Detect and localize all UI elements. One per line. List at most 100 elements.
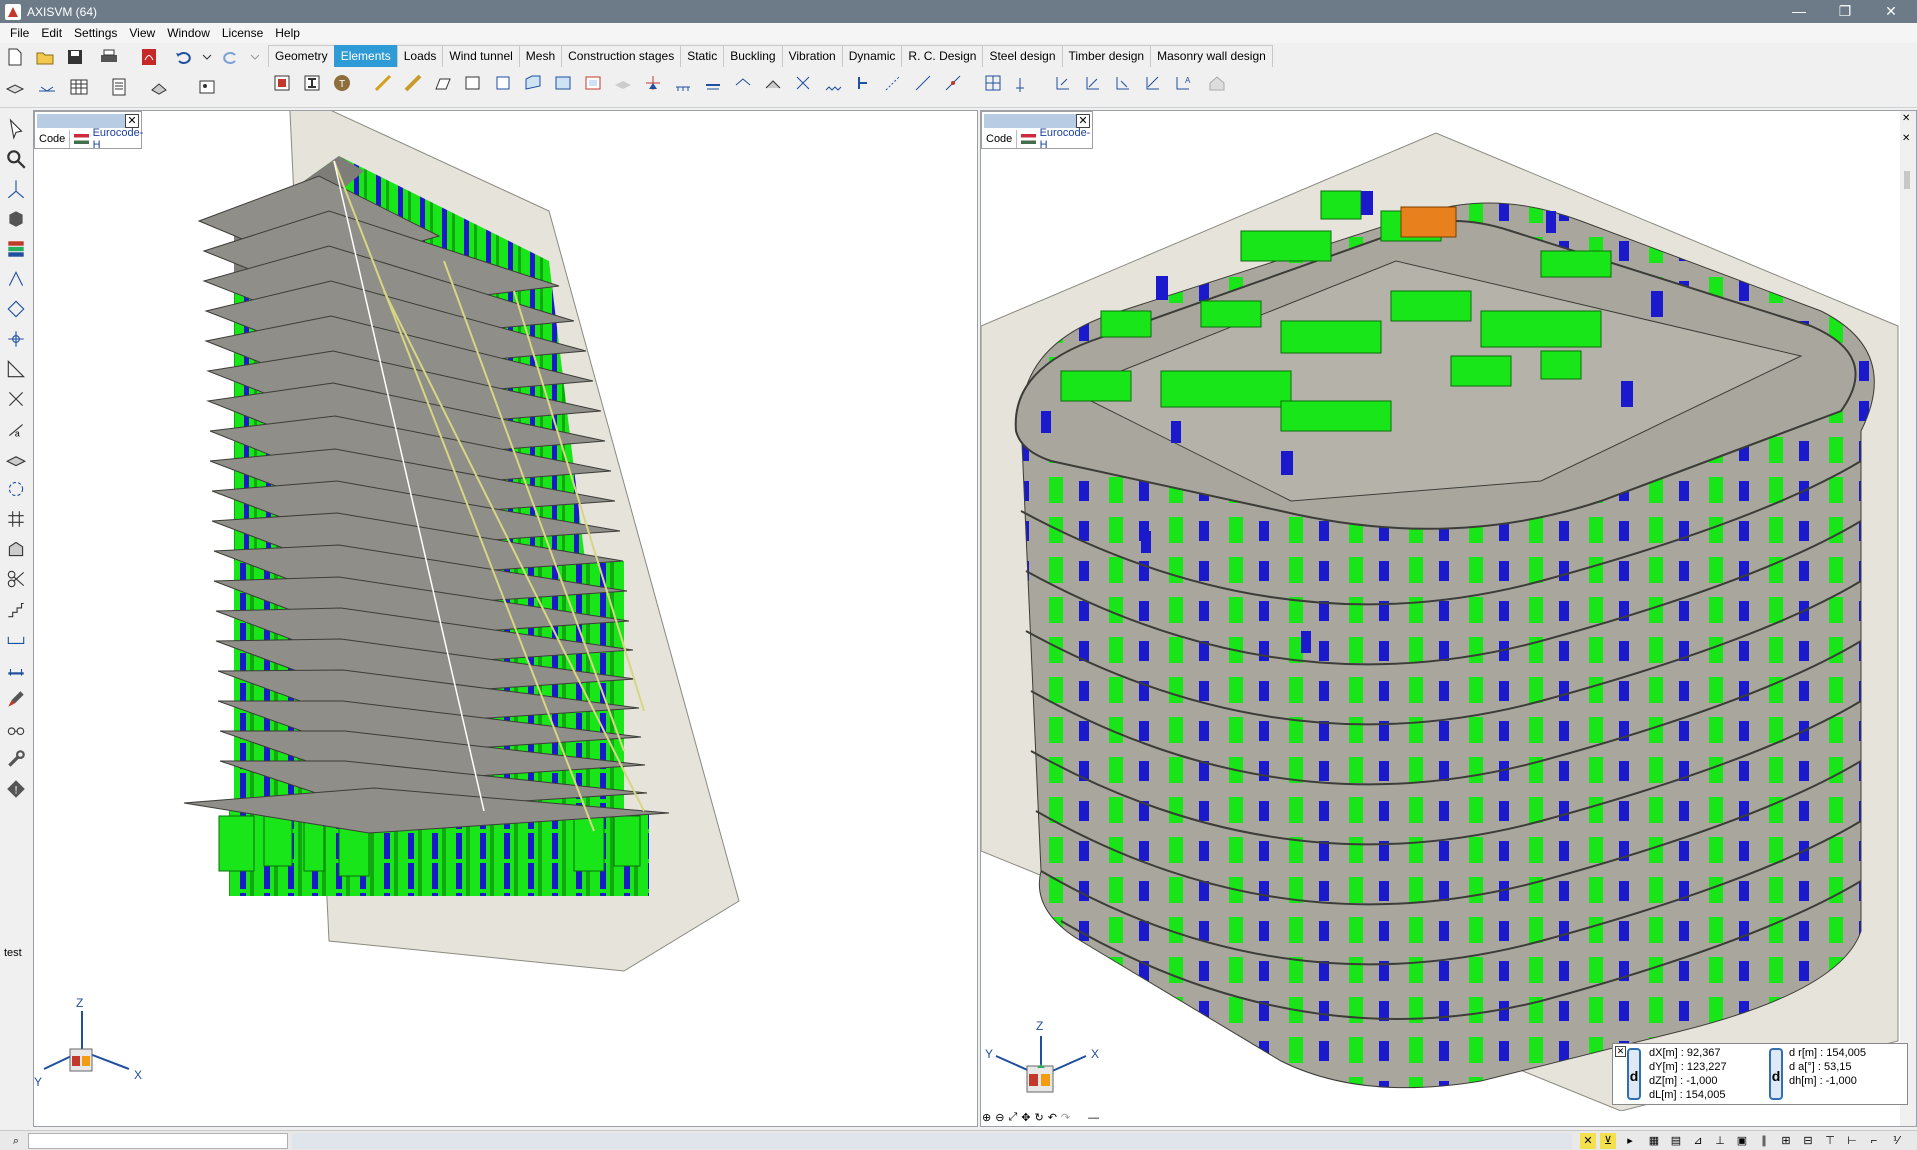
rotate-view-icon[interactable]: ↻ [1034, 1111, 1043, 1124]
angle-icon[interactable]: a [3, 416, 29, 442]
reference-axis-icon[interactable] [1012, 72, 1034, 94]
link-icon[interactable] [882, 72, 904, 94]
measure-tool-icon[interactable] [3, 356, 29, 382]
stairs-icon[interactable] [3, 596, 29, 622]
material-library-icon[interactable] [271, 72, 293, 94]
rib-icon[interactable] [432, 72, 454, 94]
save-icon[interactable] [64, 46, 86, 68]
tab-mesh[interactable]: Mesh [518, 45, 563, 67]
plane-view-icon[interactable] [3, 446, 29, 472]
code-panel-close-button[interactable]: ✕ [125, 114, 139, 128]
relative-coordinates-toggle[interactable]: d [1627, 1048, 1641, 1100]
right-viewport-scrollbar[interactable]: ✕ ✕ [1900, 111, 1916, 1126]
view-axes-icon[interactable] [3, 176, 29, 202]
domain-icon[interactable] [582, 72, 604, 94]
reference-icon[interactable] [982, 72, 1004, 94]
tab-loads[interactable]: Loads [396, 45, 444, 67]
rotate-icon[interactable] [3, 476, 29, 502]
tab-elements[interactable]: Elements [333, 45, 398, 67]
tab-vibration[interactable]: Vibration [781, 45, 843, 67]
node-move-icon[interactable] [3, 296, 29, 322]
status-search-icon[interactable]: ⌕ [8, 1133, 24, 1149]
glasses-icon[interactable] [3, 716, 29, 742]
menu-view[interactable]: View [123, 23, 161, 43]
menu-edit[interactable]: Edit [35, 23, 68, 43]
info-icon[interactable]: ! [3, 776, 29, 802]
gap-icon[interactable] [852, 72, 874, 94]
snap-perpendicular-icon[interactable]: ⊥ [1712, 1133, 1728, 1149]
grid-icon[interactable] [3, 506, 29, 532]
diaphragm-icon[interactable] [792, 72, 814, 94]
polar-coordinates-toggle[interactable]: d [1769, 1048, 1783, 1100]
tab-wind-tunnel[interactable]: Wind tunnel [442, 45, 520, 67]
ref-point-icon[interactable] [1082, 72, 1104, 94]
tab-rc-design[interactable]: R. C. Design [901, 45, 984, 67]
code-selector-right[interactable]: Eurocode-H [1017, 127, 1096, 151]
display-mode-icon[interactable] [3, 206, 29, 232]
maximize-button[interactable]: ❐ [1822, 0, 1868, 23]
snap-ratio-icon[interactable]: ⅟ [1888, 1133, 1904, 1149]
next-view-icon[interactable]: ↷ [1061, 1111, 1070, 1124]
surface-support-icon[interactable] [702, 72, 724, 94]
connector-icon[interactable] [3, 626, 29, 652]
close-button[interactable]: ✕ [1868, 0, 1914, 23]
coordinate-window-close-button[interactable]: ✕ [1615, 1046, 1626, 1057]
snap-parallel-icon[interactable]: ∥ [1756, 1133, 1772, 1149]
workplane-icon[interactable] [3, 326, 29, 352]
new-file-icon[interactable] [4, 46, 26, 68]
photo-gallery-icon[interactable] [196, 76, 218, 98]
print-icon[interactable] [98, 46, 120, 68]
pin-icon[interactable]: ✕ [1902, 113, 1910, 124]
tab-steel-design[interactable]: Steel design [982, 45, 1063, 67]
undo-dropdown-icon[interactable] [196, 46, 218, 68]
rigid-link-icon[interactable] [942, 72, 964, 94]
shell-icon[interactable] [522, 72, 544, 94]
undo-icon[interactable] [172, 46, 194, 68]
membrane-icon[interactable] [462, 72, 484, 94]
open-folder-icon[interactable] [34, 46, 56, 68]
pdf-icon[interactable] [138, 46, 160, 68]
zoom-out-icon[interactable]: ⊖ [995, 1111, 1004, 1124]
code-selector[interactable]: Eurocode-H [70, 127, 149, 151]
zoom-icon[interactable] [3, 146, 29, 172]
structural-grid-icon[interactable] [3, 266, 29, 292]
snap-angle-icon[interactable]: ⊿ [1690, 1133, 1706, 1149]
dimension-icon[interactable] [36, 76, 58, 98]
snap-tools-icon[interactable]: ⊟ [1800, 1133, 1816, 1149]
status-input[interactable] [28, 1133, 288, 1149]
nodal-support-icon[interactable] [642, 72, 664, 94]
truss-icon[interactable] [372, 72, 394, 94]
snap-coordinate-icon[interactable]: ⌐ [1866, 1133, 1882, 1149]
cut-icon[interactable] [3, 386, 29, 412]
left-viewport[interactable]: ✕ Code Eurocode-H Z Y X [33, 110, 978, 1127]
snap-node-icon[interactable]: ✕ [1580, 1133, 1596, 1149]
redo-icon[interactable] [220, 46, 242, 68]
library-icon[interactable] [148, 76, 170, 98]
timber-icon[interactable]: T [331, 72, 353, 94]
tab-buckling[interactable]: Buckling [723, 45, 783, 67]
plate-icon[interactable] [492, 72, 514, 94]
brush-icon[interactable] [3, 686, 29, 712]
code-panel-right-close-button[interactable]: ✕ [1076, 114, 1090, 128]
sections-icon[interactable] [3, 536, 29, 562]
tab-static[interactable]: Static [680, 45, 725, 67]
scroll-thumb[interactable] [1904, 171, 1910, 189]
ref-plane-icon[interactable] [1112, 72, 1134, 94]
zoom-in-icon[interactable]: ⊕ [982, 1111, 991, 1124]
tab-geometry[interactable]: Geometry [268, 45, 335, 67]
spring-icon[interactable] [822, 72, 844, 94]
dimension-line-icon[interactable] [3, 656, 29, 682]
tab-construction-stages[interactable]: Construction stages [561, 45, 682, 67]
ref-vector-icon[interactable] [1052, 72, 1074, 94]
rigid-body-icon[interactable] [762, 72, 784, 94]
wrench-icon[interactable] [3, 746, 29, 772]
line-support-icon[interactable] [672, 72, 694, 94]
right-viewport[interactable]: ✕ Code Eurocode-H ✕ ✕ Z Y X [980, 110, 1917, 1127]
previous-view-icon[interactable]: ↶ [1048, 1111, 1057, 1124]
edge-hinge-icon[interactable] [732, 72, 754, 94]
table-icon[interactable] [68, 76, 90, 98]
line-link-icon[interactable] [912, 72, 934, 94]
menu-help[interactable]: Help [269, 23, 306, 43]
menu-file[interactable]: File [4, 23, 35, 43]
menu-license[interactable]: License [216, 23, 269, 43]
